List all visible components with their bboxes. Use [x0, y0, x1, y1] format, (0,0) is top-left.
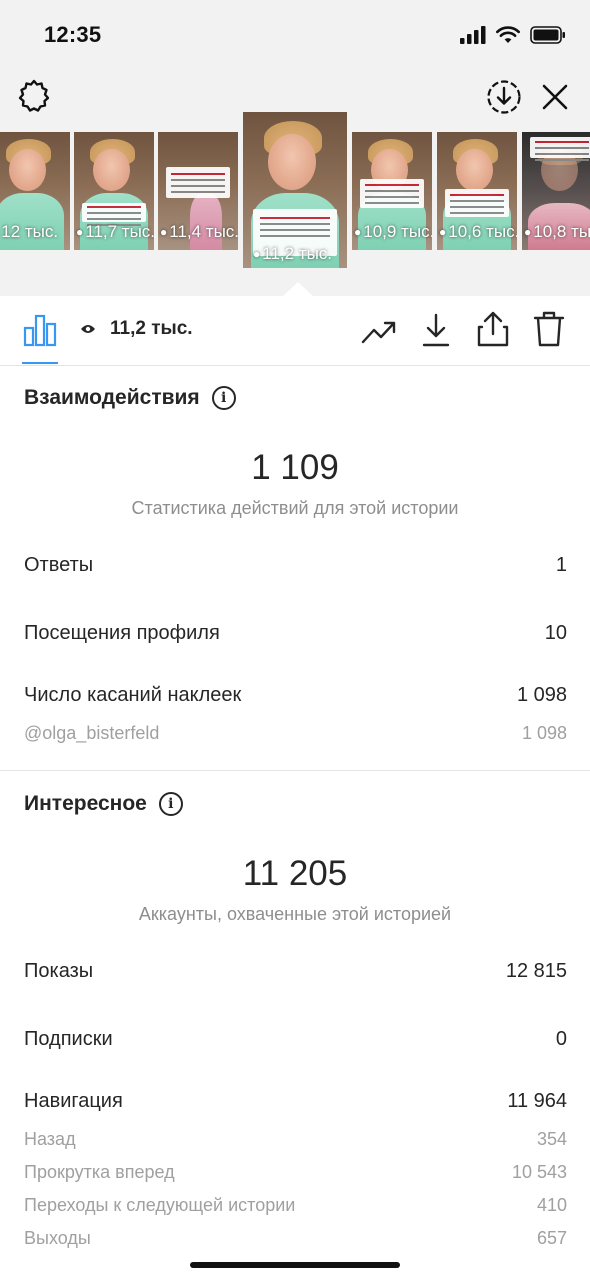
interactions-caption: Статистика действий для этой истории [131, 498, 459, 518]
stat-sub-row: Назад 354 [24, 1129, 567, 1149]
story-thumbnail[interactable]: ● 11,4 тыс. [158, 132, 238, 250]
trash-icon[interactable] [532, 310, 566, 348]
eye-icon: ● [253, 247, 261, 261]
story-thumbnail[interactable]: ● 10,8 тыс. [522, 132, 590, 250]
home-indicator[interactable] [190, 1262, 400, 1268]
eye-icon: ● [354, 225, 362, 239]
story-thumbnail[interactable]: ● 12 тыс. [0, 132, 70, 250]
trending-up-icon[interactable] [360, 314, 398, 348]
selected-story-pointer [282, 282, 314, 297]
thumbnail-views: ● 11,4 тыс. [160, 222, 238, 241]
discovery-total: 11 205 [242, 854, 348, 893]
story-preview-area: 12:35 12 тыс. ● 11,7 тыс. ● 11,4 тыс. ● … [0, 0, 590, 296]
eye-icon: ● [439, 225, 447, 239]
stat-row: Подписки 0 [24, 1028, 567, 1050]
eye-icon: ● [76, 225, 84, 239]
gear-icon[interactable] [16, 78, 52, 114]
stat-row: Посещения профиля 10 [24, 622, 567, 644]
total-views: 11,2 тыс. [80, 318, 193, 340]
thumbnail-views: ● 11,7 тыс. [76, 222, 154, 241]
share-icon[interactable] [476, 310, 510, 348]
info-icon[interactable]: i [158, 792, 183, 816]
battery-icon [530, 26, 565, 44]
bar-chart-icon[interactable] [22, 312, 58, 348]
story-thumbnail[interactable]: ● 10,9 тыс. [352, 132, 432, 250]
stat-sub-row: Переходы к следующей истории 410 [24, 1195, 567, 1215]
stat-row: Число касаний наклеек 1 098 [24, 684, 567, 706]
stat-sub-row: Прокрутка вперед 10 543 [24, 1162, 567, 1182]
status-bar: 12:35 [0, 0, 590, 70]
thumbnail-views: ● 11,2 тыс. [253, 244, 333, 263]
interactions-section-title: Взаимодействия i [24, 386, 236, 410]
story-thumbnail-strip[interactable]: ● 12 тыс. ● 11,7 тыс. ● 11,4 тыс. ● 11,2… [0, 112, 590, 272]
interactions-total: 1 109 [251, 448, 339, 487]
active-tab-indicator [22, 362, 58, 364]
thumbnail-views: ● 10,8 тыс. [524, 222, 590, 241]
status-time: 12:35 [44, 22, 102, 47]
info-icon[interactable]: i [211, 386, 236, 410]
status-icons [460, 24, 566, 46]
story-thumbnail[interactable]: ● 11,7 тыс. [74, 132, 154, 250]
stat-sub-row: @olga_bisterfeld 1 098 [24, 723, 567, 743]
eye-icon: ● [160, 225, 168, 239]
story-thumbnail-selected[interactable]: ● 11,2 тыс. [243, 112, 347, 268]
eye-icon [81, 325, 95, 333]
thumbnail-views: ● 10,6 тыс. [439, 222, 517, 241]
cellular-signal-icon [460, 26, 486, 44]
stat-row: Навигация 11 964 [24, 1090, 567, 1112]
discovery-caption: Аккаунты, охваченные этой историей [138, 904, 452, 924]
story-action-bar: 11,2 тыс. [0, 296, 590, 366]
wifi-icon [496, 26, 520, 43]
thumbnail-views: ● 10,9 тыс. [354, 222, 432, 241]
stat-row: Показы 12 815 [24, 960, 567, 982]
section-divider [0, 770, 590, 771]
stat-row: Ответы 1 [24, 554, 567, 576]
circle-download-icon[interactable] [486, 79, 522, 115]
discovery-section-title: Интересное i [24, 792, 183, 816]
eye-icon: ● [524, 225, 532, 239]
story-thumbnail[interactable]: ● 10,6 тыс. [437, 132, 517, 250]
download-icon[interactable] [420, 312, 452, 348]
thumbnail-views: ● 12 тыс. [1, 222, 59, 241]
stat-sub-row: Выходы 657 [24, 1228, 567, 1248]
close-icon[interactable] [540, 82, 570, 112]
